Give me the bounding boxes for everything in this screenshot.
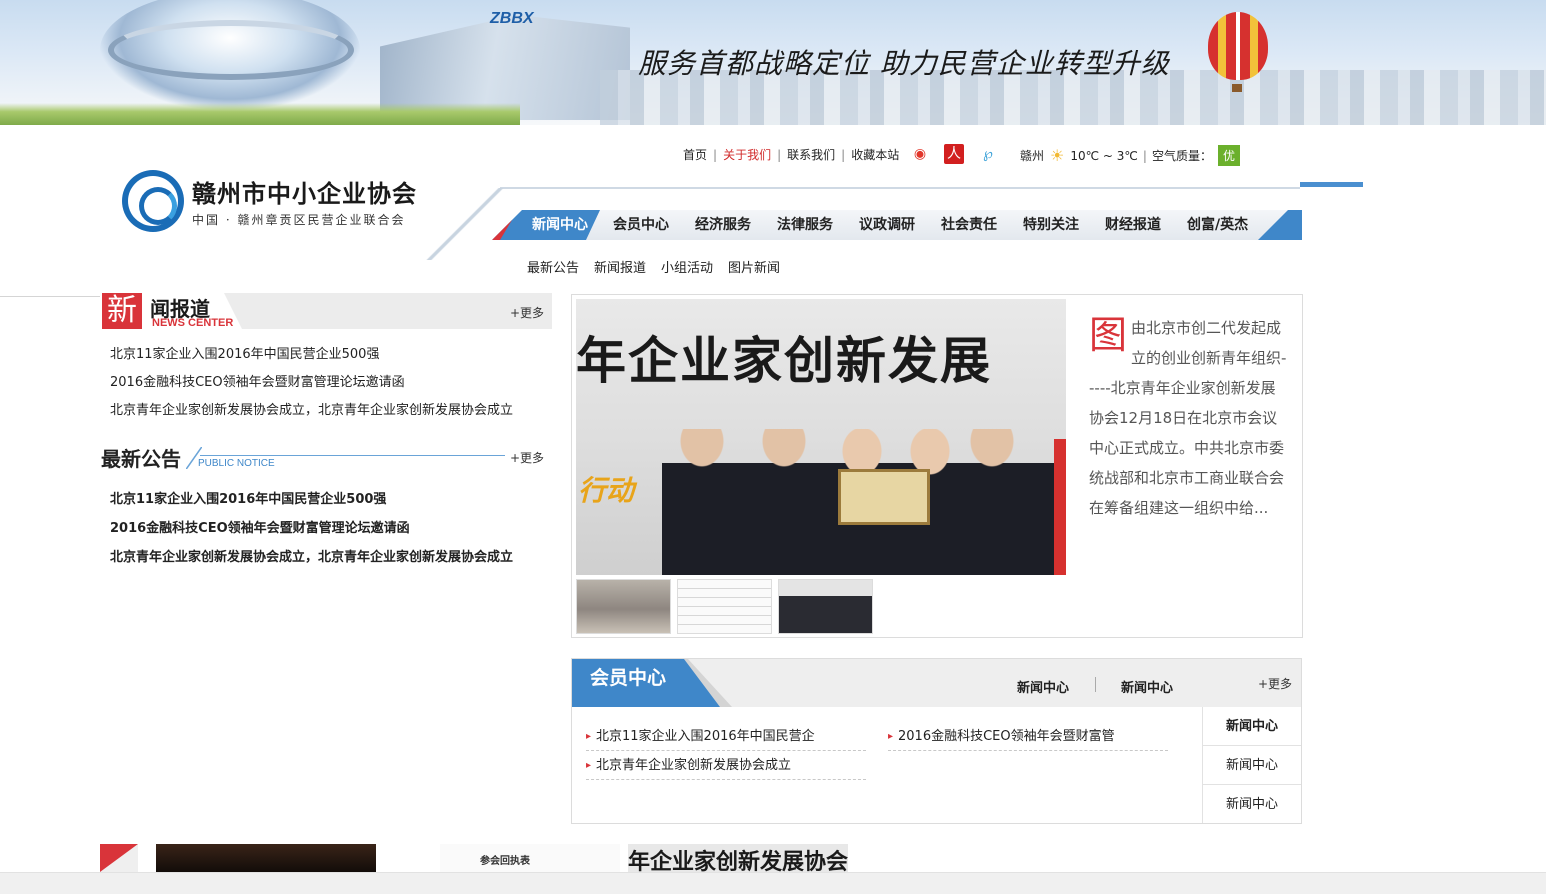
footer-bar [0, 872, 1546, 894]
subnav-news-report[interactable]: 新闻报道 [594, 257, 646, 276]
news-center-en: NEWS CENTER [152, 317, 234, 329]
social-links: ◉ 人 ℘ [910, 144, 998, 164]
notice-more-link[interactable]: +更多 [510, 449, 544, 466]
renren-icon[interactable]: 人 [944, 144, 964, 164]
association-seal-icon [122, 170, 184, 232]
member-side-menu: 新闻中心 新闻中心 新闻中心 [1202, 707, 1301, 823]
photo-banner-text: 年企业家创新发展 [576, 331, 992, 390]
banner-slogan: 服务首都战略定位 助力民营企业转型升级 [638, 47, 1170, 80]
member-more-link[interactable]: +更多 [1258, 675, 1292, 692]
balloon-basket [1232, 84, 1242, 92]
main-nav: 新闻中心 会员中心 经济服务 法律服务 议政调研 社会责任 特别关注 财经报道 … [492, 210, 1302, 240]
left-rule [0, 296, 100, 297]
nav-policy-research[interactable]: 议政调研 [846, 210, 928, 240]
member-side-item[interactable]: 新闻中心 [1203, 746, 1301, 785]
divider: | [841, 147, 846, 162]
list-item[interactable]: 北京11家企业入围2016年中国民营企业500强 [110, 488, 513, 517]
list-item[interactable]: 北京11家企业入围2016年中国民营企业500强 [110, 343, 513, 371]
site-logo[interactable]: 赣州市中小企业协会 中国 · 赣州章贡区民营企业联合会 [122, 170, 417, 232]
nav-economic-service[interactable]: 经济服务 [682, 210, 764, 240]
news-center-header: 新 闻报道 NEWS CENTER [100, 293, 552, 329]
thumbnail-3[interactable] [778, 579, 873, 634]
weibo-icon[interactable]: ◉ [910, 144, 930, 164]
thumbnail-2[interactable] [677, 579, 772, 634]
member-tab-link-1[interactable]: 新闻中心 [1017, 677, 1069, 696]
bottom-banner-text: 年企业家创新发展协会 [628, 849, 848, 872]
air-quality-badge: 优 [1217, 145, 1240, 166]
member-side-item[interactable]: 新闻中心 [1203, 785, 1301, 824]
member-center-header: 会员中心 新闻中心 新闻中心 +更多 [572, 659, 1301, 707]
weather-temp: 10℃ ~ 3℃ [1070, 148, 1138, 163]
top-link-contact[interactable]: 联系我们 [787, 146, 835, 163]
site-subtitle: 中国 · 赣州章贡区民营企业联合会 [192, 213, 406, 227]
list-item[interactable]: 北京青年企业家创新发展协会成立，北京青年企业家创新发展协会成立 [110, 399, 513, 427]
thumbnail-1[interactable] [576, 579, 671, 634]
nav-legal-service[interactable]: 法律服务 [764, 210, 846, 240]
subnav-photo-news[interactable]: 图片新闻 [728, 257, 780, 276]
notice-rule [200, 455, 505, 456]
header-banner: ZBBX 服务首都战略定位 助力民营企业转型升级 [0, 0, 1546, 125]
member-center-box: 会员中心 新闻中心 新闻中心 +更多 北京11家企业入围2016年中国民营企 2… [571, 658, 1302, 824]
hot-air-balloon-icon [1208, 12, 1268, 80]
news-more-link[interactable]: +更多 [510, 304, 544, 321]
tencent-weibo-icon[interactable]: ℘ [978, 144, 998, 164]
bottom-gallery: 参会回执表 年企业家创新发展协会 [100, 844, 850, 874]
weather-city: 赣州 [1020, 149, 1045, 163]
banner-building-logo: ZBBX [490, 10, 534, 27]
nav-member-center[interactable]: 会员中心 [600, 210, 682, 240]
photo-thumbnails [576, 579, 873, 634]
top-link-bookmark[interactable]: 收藏本站 [851, 146, 899, 163]
photo-action-text: 行动 [578, 474, 635, 507]
list-item[interactable]: 北京11家企业入围2016年中国民营企 [586, 725, 866, 751]
photo-main[interactable]: 年企业家创新发展 行动 [576, 299, 1066, 575]
photo-desc-first-char: 图 [1089, 313, 1128, 357]
top-link-about[interactable]: 关于我们 [723, 146, 771, 163]
photo-flag [1054, 439, 1066, 575]
divider: | [777, 147, 782, 162]
sun-icon: ☀ [1050, 146, 1065, 165]
photo-plaque [838, 469, 930, 525]
member-side-item[interactable]: 新闻中心 [1203, 707, 1301, 746]
banner-dome-ring [108, 20, 354, 80]
notice-title: 最新公告 [101, 447, 181, 471]
news-list: 北京11家企业入围2016年中国民营企业500强 2016金融科技CEO领袖年会… [110, 343, 513, 427]
divider: | [713, 147, 718, 162]
sub-nav: 最新公告 新闻报道 小组活动 图片新闻 [527, 257, 780, 276]
list-item[interactable]: 2016金融科技CEO领袖年会暨财富管 [888, 725, 1168, 751]
air-quality-label: 空气质量： [1151, 149, 1212, 163]
bottom-image-1[interactable] [156, 844, 376, 872]
bottom-image-2[interactable]: 参会回执表 [440, 844, 620, 872]
nav-top-accent [1300, 182, 1363, 187]
list-item[interactable]: 北京青年企业家创新发展协会成立 [586, 754, 866, 780]
photo-description[interactable]: 图 由北京市创二代发起成立的创业创新青年组织-----北京青年企业家创新发展协会… [1089, 313, 1289, 523]
nav-top-rule [500, 187, 1300, 189]
subnav-latest-notice[interactable]: 最新公告 [527, 257, 579, 276]
top-link-home[interactable]: 首页 [683, 146, 707, 163]
divider [1095, 677, 1096, 692]
photo-news-box: 年企业家创新发展 行动 图 由北京市创二代发起成立的创业创新青年组织-----北… [571, 294, 1303, 638]
weather-widget: 赣州 ☀ 10℃ ~ 3℃ | 空气质量： 优 [1020, 145, 1240, 166]
member-center-title: 会员中心 [590, 667, 667, 689]
list-item[interactable]: 北京青年企业家创新发展协会成立，北京青年企业家创新发展协会成立 [110, 546, 513, 575]
list-item[interactable]: 2016金融科技CEO领袖年会暨财富管理论坛邀请函 [110, 517, 513, 546]
top-links: 首页 | 关于我们 | 联系我们 | 收藏本站 [683, 146, 899, 163]
nav-social-responsibility[interactable]: 社会责任 [928, 210, 1010, 240]
notice-list: 北京11家企业入围2016年中国民营企业500强 2016金融科技CEO领袖年会… [110, 488, 513, 575]
nav-diagonal-rule [420, 188, 510, 260]
nav-finance-report[interactable]: 财经报道 [1092, 210, 1174, 240]
notice-en: PUBLIC NOTICE [198, 458, 275, 469]
bottom-form-text: 参会回执表 [480, 856, 530, 867]
member-tab-link-2[interactable]: 新闻中心 [1121, 677, 1173, 696]
nav-special-focus[interactable]: 特别关注 [1010, 210, 1092, 240]
news-center-big-char: 新 [102, 293, 142, 329]
banner-grass [0, 103, 520, 125]
nav-entrepreneurs[interactable]: 创富/英杰 [1174, 210, 1261, 240]
subnav-group-activity[interactable]: 小组活动 [661, 257, 713, 276]
bottom-image-3[interactable]: 年企业家创新发展协会 [628, 844, 848, 872]
site-name: 赣州市中小企业协会 [192, 179, 417, 208]
divider: | [1142, 148, 1147, 163]
list-item[interactable]: 2016金融科技CEO领袖年会暨财富管理论坛邀请函 [110, 371, 513, 399]
